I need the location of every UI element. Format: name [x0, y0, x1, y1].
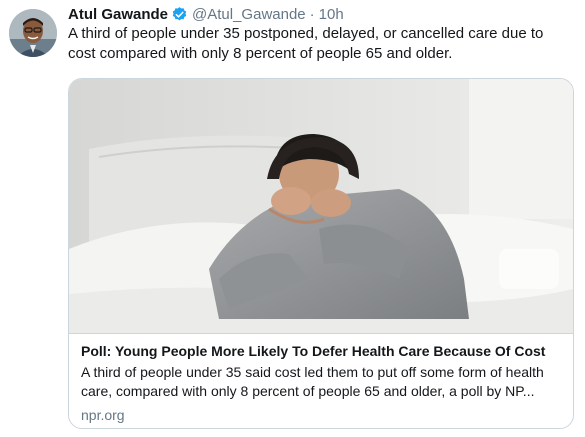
verified-badge-icon	[171, 6, 188, 23]
card-image[interactable]	[69, 79, 573, 333]
card-description: A third of people under 35 said cost led…	[81, 364, 544, 399]
tweet-text: A third of people under 35 postponed, de…	[68, 25, 544, 62]
tweet[interactable]: Atul Gawande @Atul_Gawande · 10h A third…	[0, 0, 585, 437]
link-preview-card[interactable]: Poll: Young People More Likely To Defer …	[68, 78, 574, 429]
card-body[interactable]: Poll: Young People More Likely To Defer …	[69, 333, 573, 428]
card-domain[interactable]: npr.org	[81, 406, 561, 425]
author-avatar[interactable]	[9, 9, 57, 57]
header-separator: ·	[309, 5, 315, 23]
card-title[interactable]: Poll: Young People More Likely To Defer …	[81, 342, 561, 361]
tweet-header: Atul Gawande @Atul_Gawande · 10h	[68, 4, 344, 24]
author-name[interactable]: Atul Gawande	[68, 6, 168, 23]
tweet-timestamp[interactable]: 10h	[319, 6, 344, 23]
author-handle[interactable]: @Atul_Gawande	[192, 6, 306, 23]
